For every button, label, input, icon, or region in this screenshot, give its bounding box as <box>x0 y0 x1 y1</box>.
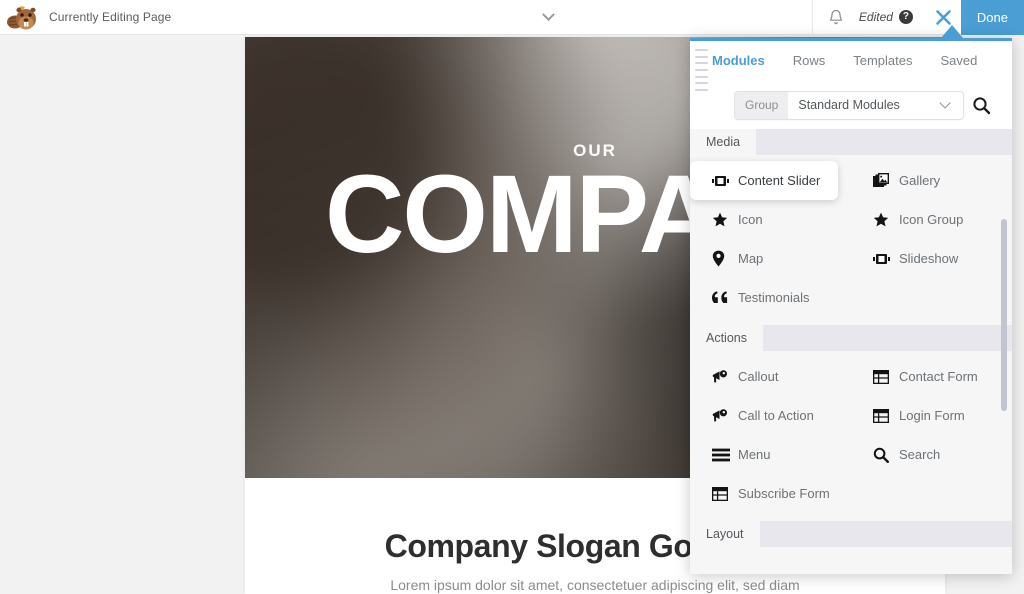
panel-filter-row: Group Standard Modules <box>712 81 1012 129</box>
slideshow-icon <box>873 253 899 265</box>
group-label: Group <box>735 91 789 119</box>
megaphone-icon <box>712 369 738 384</box>
module-label: Icon Group <box>899 212 964 227</box>
panel-scrollbar[interactable] <box>1001 219 1007 411</box>
form-icon <box>873 408 899 423</box>
module-label: Contact Form <box>899 369 978 384</box>
module-label: Slideshow <box>899 251 959 266</box>
modules-panel: Modules Rows Templates Saved Group Stand… <box>690 38 1012 574</box>
module-label: Login Form <box>899 408 965 423</box>
slogan-subtext: Lorem ipsum dolor sit amet, consectetuer… <box>390 577 800 593</box>
edited-status: Edited ? <box>859 10 913 24</box>
module-item-menu[interactable]: Menu <box>690 435 851 474</box>
done-button[interactable]: Done <box>960 0 1024 35</box>
module-label: Content Slider <box>738 173 821 188</box>
bell-icon <box>829 9 842 24</box>
section-label: Layout <box>690 521 760 547</box>
module-item-subscribe-form[interactable]: Subscribe Form <box>690 474 851 513</box>
module-label: Callout <box>738 369 779 384</box>
panel-pointer-arrow <box>941 25 963 38</box>
module-item-gallery[interactable]: Gallery <box>851 161 1012 200</box>
tab-saved[interactable]: Saved <box>941 41 978 81</box>
module-item-login-form[interactable]: Login Form <box>851 396 1012 435</box>
notifications-button[interactable] <box>811 0 859 35</box>
tab-templates[interactable]: Templates <box>853 41 912 81</box>
module-item-call-to-action[interactable]: Call to Action <box>690 396 851 435</box>
panel-header: Modules Rows Templates Saved Group Stand… <box>690 41 1012 129</box>
actions-module-grid: Callout Contact Form Call to Action Logi… <box>690 351 1012 521</box>
content-slider-icon <box>712 175 738 187</box>
edited-label: Edited <box>858 10 893 24</box>
tab-modules[interactable]: Modules <box>712 41 765 81</box>
module-label: Map <box>738 251 764 266</box>
module-label: Search <box>899 447 941 462</box>
module-item-content-slider[interactable]: Content Slider <box>690 161 839 200</box>
form-icon <box>712 486 738 501</box>
beaver-builder-logo <box>7 5 36 29</box>
panel-module-list[interactable]: Media Content Slider Gallery Icon Icon G… <box>690 129 1012 574</box>
section-label: Actions <box>690 325 763 351</box>
module-label: Testimonials <box>738 290 810 305</box>
help-icon[interactable]: ? <box>898 10 913 24</box>
topbar-dropdown-toggle[interactable] <box>525 0 572 35</box>
module-label: Gallery <box>898 173 941 188</box>
builder-topbar: Currently Editing Page Edited ? Done <box>0 0 1024 35</box>
logo-slot[interactable] <box>0 0 45 35</box>
section-header-fill <box>760 521 1012 547</box>
panel-drag-handle[interactable] <box>695 49 708 91</box>
module-label: Menu <box>738 447 771 462</box>
star-icon <box>873 212 899 228</box>
map-pin-icon <box>712 250 738 267</box>
module-item-callout[interactable]: Callout <box>690 357 851 396</box>
search-icon <box>972 96 990 114</box>
section-header-fill <box>763 325 1012 351</box>
section-label: Media <box>690 129 757 155</box>
media-module-grid: Content Slider Gallery Icon Icon Group M… <box>690 155 1012 325</box>
module-label: Call to Action <box>738 408 814 423</box>
module-search-button[interactable] <box>964 96 998 115</box>
close-icon <box>936 9 952 25</box>
hamburger-icon <box>712 448 738 462</box>
search-icon <box>873 447 899 463</box>
module-label: Subscribe Form <box>738 486 830 501</box>
gallery-icon <box>872 172 899 189</box>
section-header-fill <box>756 129 1012 155</box>
chevron-down-icon <box>542 7 555 21</box>
quote-icon <box>712 291 738 304</box>
group-select[interactable]: Group Standard Modules <box>734 90 964 120</box>
module-item-icon-group[interactable]: Icon Group <box>851 200 1012 239</box>
form-icon <box>873 369 899 384</box>
star-icon <box>712 212 738 228</box>
module-item-icon[interactable]: Icon <box>690 200 851 239</box>
module-item-slideshow[interactable]: Slideshow <box>851 239 1012 278</box>
page-title: Currently Editing Page <box>49 10 172 24</box>
megaphone-icon <box>712 408 738 423</box>
panel-tabs: Modules Rows Templates Saved <box>712 41 1012 81</box>
module-item-search[interactable]: Search <box>851 435 1012 474</box>
section-header-media: Media <box>690 129 1012 155</box>
module-item-contact-form[interactable]: Contact Form <box>851 357 1012 396</box>
section-header-actions: Actions <box>690 325 1012 351</box>
module-label: Icon <box>738 212 763 227</box>
tab-rows[interactable]: Rows <box>793 41 826 81</box>
module-item-testimonials[interactable]: Testimonials <box>690 278 851 317</box>
chevron-down-icon <box>939 97 951 109</box>
section-header-layout: Layout <box>690 521 1012 547</box>
group-select-value: Standard Modules <box>798 98 900 112</box>
module-item-map[interactable]: Map <box>690 239 851 278</box>
